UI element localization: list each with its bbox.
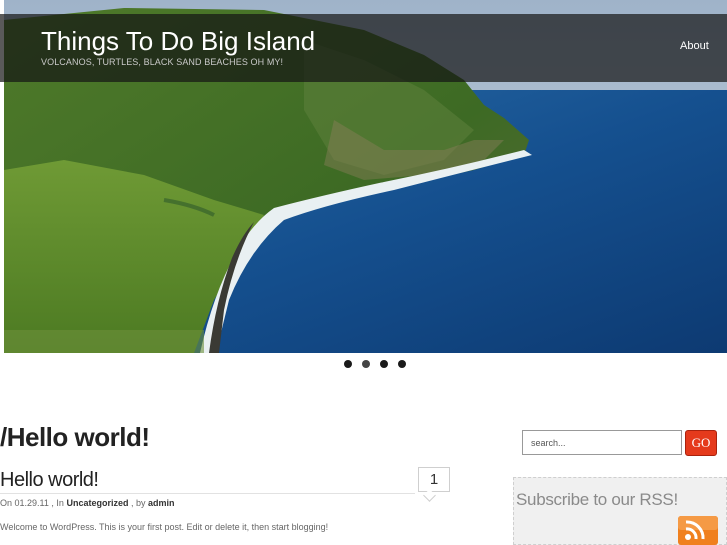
page-title: /Hello world! — [0, 422, 150, 452]
search-input[interactable] — [522, 430, 682, 455]
post-excerpt: Welcome to WordPress. This is your first… — [0, 522, 329, 532]
post-meta: On 01.29.11 , In Uncategorized , by admi… — [0, 498, 175, 508]
post-title-divider — [0, 493, 415, 494]
category-link[interactable]: Uncategorized — [66, 498, 128, 508]
slider-dot-2[interactable] — [362, 360, 370, 368]
comment-count-badge[interactable]: 1 — [418, 467, 450, 492]
rss-feed-icon[interactable] — [678, 516, 718, 545]
slider-dot-1[interactable] — [344, 360, 352, 368]
author-link[interactable]: admin — [148, 498, 175, 508]
site-tagline: VOLCANOS, TURTLES, BLACK SAND BEACHES OH… — [41, 57, 284, 67]
meta-by-label: , by — [130, 498, 146, 508]
slider-dot-4[interactable] — [398, 360, 406, 368]
meta-prefix: On — [0, 498, 13, 508]
site-title[interactable]: Things To Do Big Island — [41, 26, 315, 57]
meta-in-label: , In — [51, 498, 64, 508]
post-date: 01.29.11 — [14, 498, 49, 508]
slider-dot-3[interactable] — [380, 360, 388, 368]
rss-widget-title: Subscribe to our RSS! — [516, 490, 678, 509]
post-title-link[interactable]: Hello world! — [0, 469, 99, 492]
nav-item-about[interactable]: About — [680, 40, 709, 52]
search-go-button[interactable]: GO — [685, 430, 717, 456]
